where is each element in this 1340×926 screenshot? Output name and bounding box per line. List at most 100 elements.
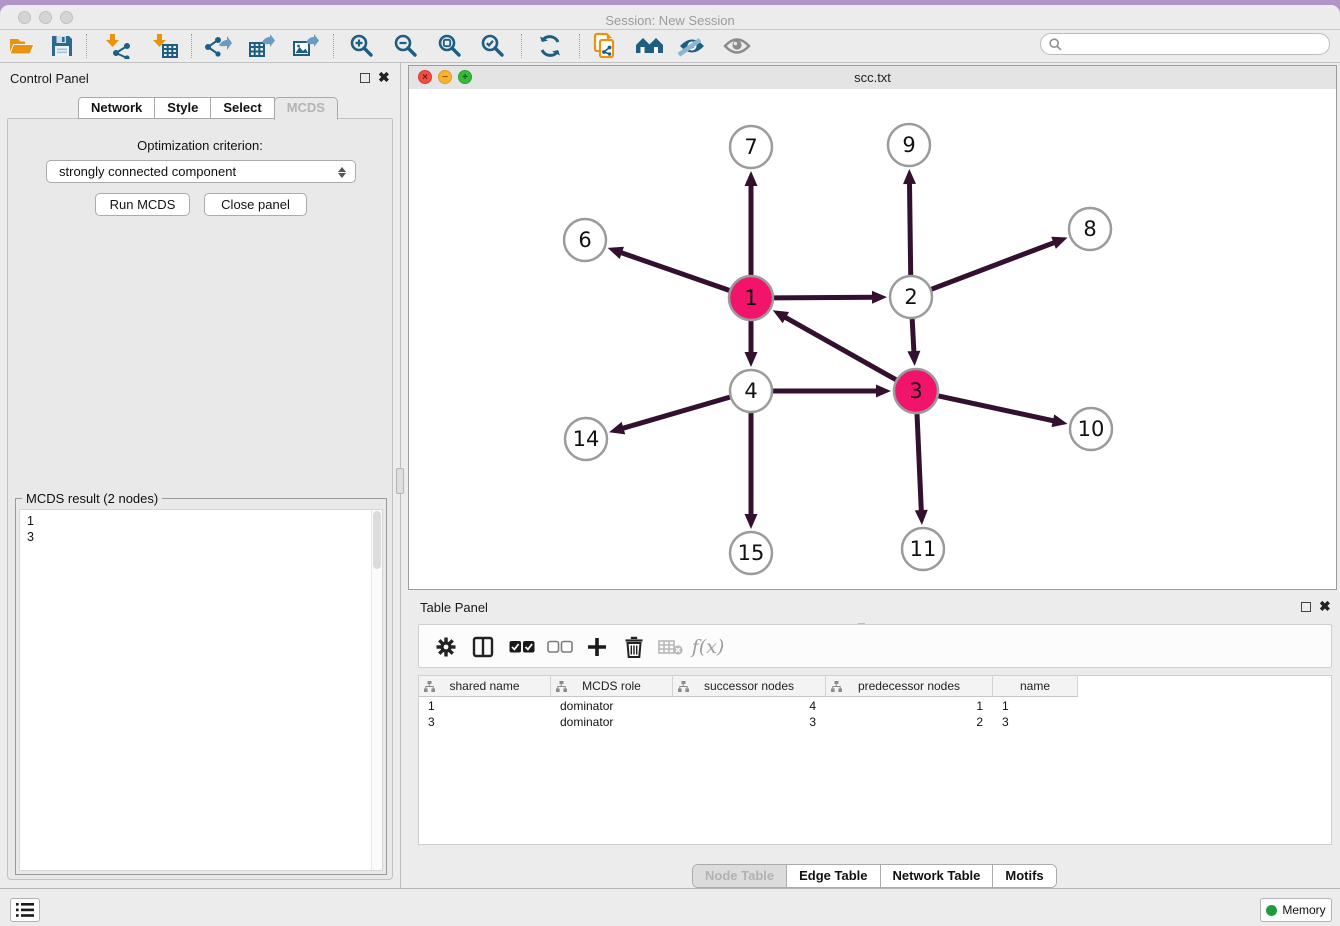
column-header-shared-name[interactable]: shared name (419, 676, 551, 697)
graph-edge-2-8[interactable] (932, 242, 1057, 289)
select-all-button[interactable] (507, 633, 537, 661)
zoom-out-button[interactable] (389, 32, 423, 60)
graph-arrowhead-2-3 (907, 351, 920, 366)
result-scrollbar-thumb[interactable] (373, 511, 381, 569)
tab-edge-table[interactable]: Edge Table (786, 865, 879, 887)
graph-edge-3-11[interactable] (917, 414, 921, 513)
graph-edge-3-1[interactable] (783, 316, 896, 380)
criterion-value: strongly connected component (59, 164, 236, 179)
tab-style[interactable]: Style (154, 97, 211, 119)
tab-mcds[interactable]: MCDS (274, 97, 338, 120)
graph-node-label-10: 10 (1078, 417, 1105, 441)
export-table-button[interactable] (245, 32, 279, 60)
toolbar-separator (579, 34, 580, 58)
vertical-splitter-grip[interactable] (396, 468, 404, 494)
export-network-button[interactable] (201, 32, 235, 60)
graph-edge-2-9[interactable] (909, 181, 910, 275)
tab-network[interactable]: Network (78, 97, 155, 119)
add-column-button[interactable] (582, 633, 612, 661)
graph-edge-1-6[interactable] (619, 252, 729, 291)
close-panel-button[interactable]: Close panel (204, 193, 307, 216)
first-neighbors-button[interactable] (633, 32, 667, 60)
tab-select[interactable]: Select (210, 97, 274, 119)
import-network-button[interactable] (101, 32, 135, 60)
tab-network-table[interactable]: Network Table (880, 865, 993, 887)
table-cell: 1 (993, 698, 1078, 714)
graph-node-label-14: 14 (573, 427, 600, 451)
column-header-label: MCDS role (582, 679, 641, 693)
copy-network-icon (591, 32, 619, 60)
sort-tree-icon (424, 681, 435, 692)
task-history-button[interactable] (10, 898, 40, 922)
open-session-button[interactable] (5, 32, 39, 60)
table-panel-close-icon[interactable]: ✖ (1319, 601, 1331, 611)
search-input[interactable] (1067, 36, 1321, 52)
graph-edge-3-10[interactable] (938, 396, 1055, 421)
column-header-MCDS-role[interactable]: MCDS role (551, 676, 673, 697)
result-scrollbar[interactable] (371, 510, 382, 870)
zoom-fit-button[interactable] (433, 32, 467, 60)
graph-edge-1-2[interactable] (774, 297, 875, 298)
zoom-in-button[interactable] (345, 32, 379, 60)
criterion-dropdown[interactable]: strongly connected component (46, 160, 356, 183)
open-folder-icon (8, 34, 36, 58)
apply-layout-button[interactable] (533, 32, 567, 60)
control-panel-float-icon[interactable] (360, 73, 370, 83)
graph-arrowhead-3-11 (915, 510, 928, 525)
search-icon (1049, 38, 1062, 51)
graph-arrowhead-4-15 (745, 514, 758, 529)
graph-arrowhead-3-10 (1052, 414, 1068, 427)
table-cell: 3 (419, 714, 551, 730)
save-session-button[interactable] (45, 32, 79, 60)
deselect-all-button[interactable] (545, 633, 575, 661)
control-panel-title: Control Panel (10, 71, 89, 86)
graph-edge-4-14[interactable] (621, 397, 730, 429)
sort-tree-icon (831, 681, 842, 692)
delete-column-button[interactable] (619, 633, 649, 661)
graph-node-label-9: 9 (902, 133, 915, 157)
zoom-selected-button[interactable] (476, 32, 510, 60)
delete-table-icon (658, 638, 684, 656)
mcds-result-textarea[interactable]: 1 3 (19, 509, 383, 871)
table-row[interactable]: 3dominator323 (419, 714, 1331, 730)
control-panel-tabs: NetworkStyleSelectMCDS (79, 97, 338, 119)
memory-button[interactable]: Memory (1260, 898, 1332, 922)
graph-arrowhead-1-6 (608, 247, 624, 259)
houses-icon (635, 34, 665, 58)
node-table[interactable]: shared name MCDS role successor nodes prede… (418, 675, 1332, 845)
hide-selected-button[interactable] (675, 32, 709, 60)
export-image-button[interactable] (289, 32, 323, 60)
network-window-titlebar[interactable]: × − + scc.txt (409, 66, 1336, 90)
export-image-icon (292, 33, 320, 59)
column-header-label: successor nodes (704, 679, 794, 693)
column-header-successor-nodes[interactable]: successor nodes (673, 676, 826, 697)
duplicate-network-button[interactable] (588, 32, 622, 60)
import-network-icon (104, 33, 132, 59)
gear-icon (435, 636, 457, 658)
graph-node-label-4: 4 (744, 379, 757, 403)
graph-edge-2-3[interactable] (912, 319, 914, 354)
table-header-row: shared name MCDS role successor nodes prede… (419, 676, 1078, 698)
run-mcds-button[interactable]: Run MCDS (95, 193, 190, 216)
show-columns-button[interactable] (468, 633, 498, 661)
column-header-predecessor-nodes[interactable]: predecessor nodes (826, 676, 993, 697)
zoom-selected-icon (480, 33, 506, 59)
table-row[interactable]: 1dominator411 (419, 698, 1331, 714)
control-panel-close-icon[interactable]: ✖ (378, 72, 390, 82)
status-bar: Memory (0, 888, 1340, 926)
search-field[interactable] (1040, 33, 1330, 55)
graph-arrowhead-1-2 (872, 291, 887, 304)
column-header-label: predecessor nodes (858, 679, 960, 693)
graph-arrowhead-4-3 (876, 385, 891, 398)
tab-node-table[interactable]: Node Table (693, 865, 786, 887)
table-panel-float-icon[interactable] (1301, 602, 1311, 612)
import-table-button[interactable] (148, 32, 182, 60)
network-canvas[interactable]: 1234678910111415 (409, 89, 1336, 589)
tab-motifs[interactable]: Motifs (992, 865, 1055, 887)
table-mode-button[interactable] (431, 633, 461, 661)
show-all-button[interactable] (720, 32, 754, 60)
table-cell: 1 (419, 698, 551, 714)
export-network-icon (204, 33, 232, 59)
column-header-name[interactable]: name (993, 676, 1078, 697)
network-graph[interactable]: 1234678910111415 (409, 89, 1336, 589)
